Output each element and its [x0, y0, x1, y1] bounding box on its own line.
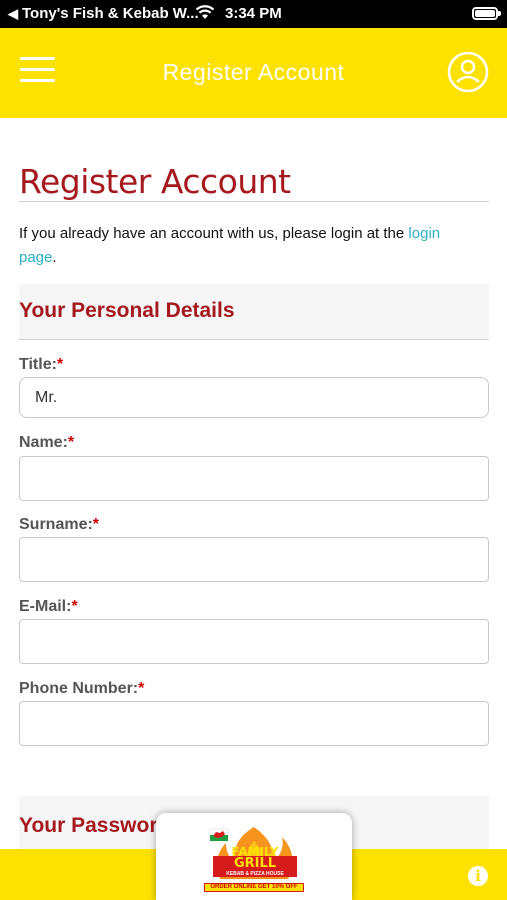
page-title: Register Account [19, 162, 291, 201]
app-header: Register Account [0, 28, 507, 118]
header-title: Register Account [162, 59, 345, 85]
required-marker: * [92, 516, 100, 533]
brand-tagline: KEBAB & PIZZA HOUSE [213, 871, 297, 877]
wifi-icon [195, 5, 215, 19]
title-divider [19, 201, 489, 202]
password-section-title: Your Password [19, 814, 171, 837]
title-label: Title:* [19, 356, 64, 373]
surname-label: Surname:* [19, 516, 100, 533]
login-prompt: If you already have an account with us, … [19, 222, 479, 270]
intro-text: If you already have an account with us, … [19, 225, 409, 242]
personal-details-title: Your Personal Details [19, 299, 235, 322]
required-marker: * [56, 356, 64, 373]
surname-input[interactable] [19, 537, 489, 582]
phone-label: Phone Number:* [19, 680, 145, 697]
required-marker: * [71, 598, 78, 615]
required-marker: * [138, 680, 145, 697]
name-input[interactable] [19, 456, 489, 501]
back-to-app-link[interactable]: ◀ Tony's Fish & Kebab W... [8, 5, 199, 22]
battery-icon [472, 7, 501, 20]
email-input[interactable] [19, 619, 489, 664]
title-select[interactable]: Mr. [19, 377, 489, 418]
required-marker: * [67, 434, 75, 451]
phone-input[interactable] [19, 701, 489, 746]
name-label: Name:* [19, 434, 75, 451]
restaurant-ad-banner[interactable]: FAMILY GRILL KEBAB & PIZZA HOUSE ORDER O… [156, 813, 352, 900]
user-account-icon[interactable] [447, 51, 489, 93]
title-selected-value: Mr. [35, 389, 58, 406]
personal-details-section-header: Your Personal Details [19, 284, 489, 340]
clock: 3:34 PM [225, 5, 282, 22]
back-arrow-icon: ◀ [8, 6, 18, 21]
intro-end: . [52, 249, 57, 266]
promo-text: ORDER ONLINE GET 10% OFF [204, 883, 304, 892]
info-icon[interactable]: i [468, 866, 488, 886]
back-app-label: Tony's Fish & Kebab W... [22, 5, 199, 22]
email-label: E-Mail:* [19, 598, 78, 615]
status-bar: ◀ Tony's Fish & Kebab W... 3:34 PM [0, 0, 507, 28]
brand-name-line2: GRILL [213, 856, 297, 871]
